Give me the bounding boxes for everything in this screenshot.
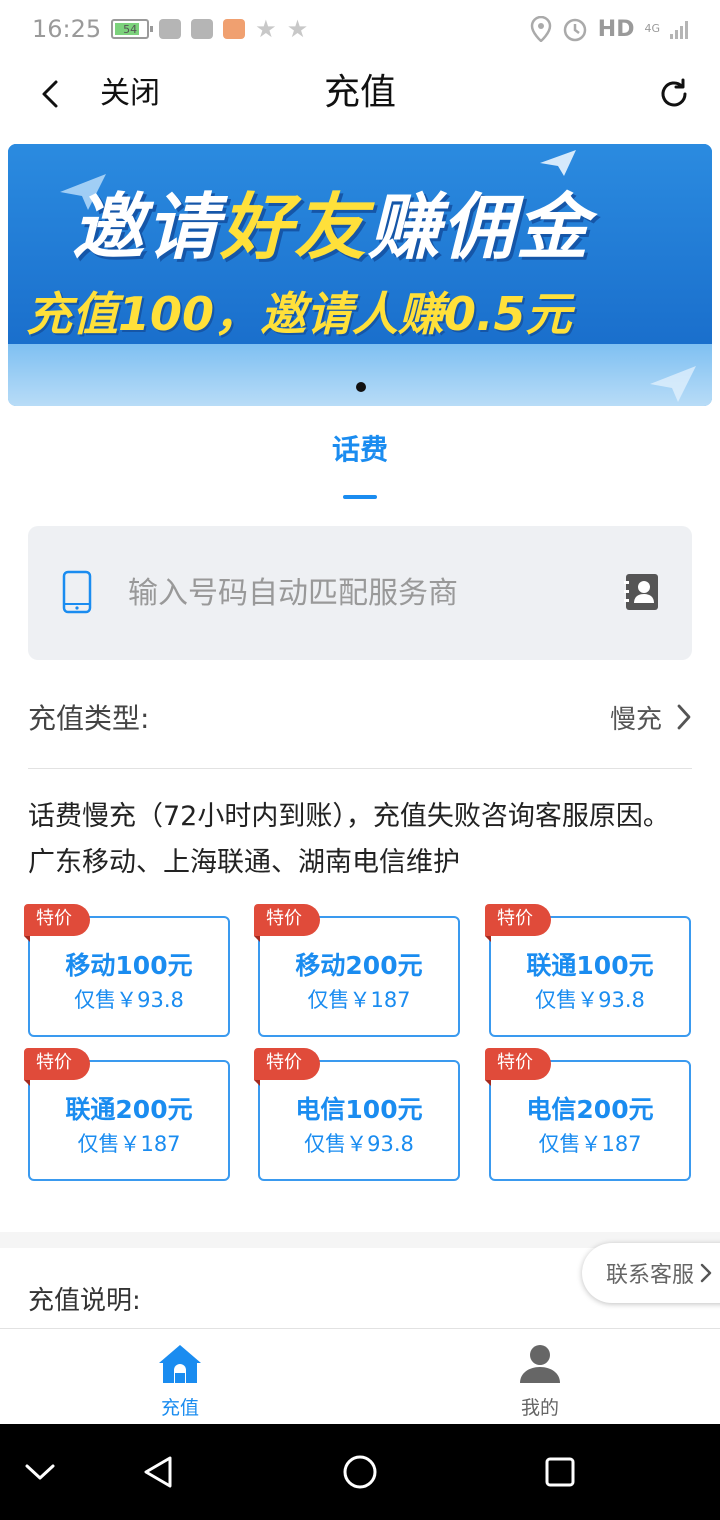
promo-banner[interactable]: 邀请好友赚佣金 充值100，邀请人赚0.5元 — [8, 144, 712, 406]
recharge-type-label: 充值类型: — [28, 702, 150, 735]
recharge-type-row[interactable]: 充值类型: 慢充 — [28, 690, 692, 744]
paper-plane-icon — [650, 366, 696, 402]
chat-icon — [191, 19, 214, 39]
product-price: 仅售￥187 — [538, 1132, 642, 1156]
product-name: 电信200元 — [526, 1095, 654, 1124]
special-price-badge: 特价 — [254, 904, 320, 942]
battery-icon: 54 — [111, 19, 154, 39]
product-price: 仅售￥187 — [77, 1132, 181, 1156]
contact-support-label: 联系客服 — [606, 1263, 695, 1288]
home-icon — [159, 1345, 201, 1383]
system-recents-button[interactable] — [540, 1452, 580, 1492]
contacts-icon[interactable] — [624, 572, 660, 612]
banner-subheadline: 充值100，邀请人赚0.5元 — [26, 287, 572, 341]
product-name: 移动200元 — [295, 951, 423, 980]
divider — [28, 768, 692, 769]
message-icon — [159, 19, 182, 39]
signal-icon — [670, 19, 688, 39]
banner-headline: 邀请好友赚佣金 — [72, 185, 591, 269]
refresh-button[interactable] — [654, 72, 694, 116]
notice-text: 话费慢充（72小时内到账），充值失败咨询客服原因。广东移动、上海联通、湖南电信维… — [28, 801, 670, 878]
user-icon — [520, 1345, 560, 1383]
chevron-right-icon — [677, 704, 691, 730]
chevron-down-icon — [25, 1464, 55, 1480]
tab-phone-bill[interactable]: 话费 — [0, 428, 720, 468]
banner-footer — [8, 344, 712, 406]
product-price: 仅售￥93.8 — [535, 988, 645, 1012]
status-time: 16:25 — [32, 15, 102, 43]
product-price: 仅售￥93.8 — [74, 988, 184, 1012]
star-icon: ★ — [286, 15, 309, 43]
phone-icon — [62, 570, 92, 614]
recharge-explanation-title: 充值说明: — [28, 1286, 141, 1316]
product-price: 仅售￥93.8 — [304, 1132, 414, 1156]
special-price-badge: 特价 — [485, 904, 551, 942]
carousel-dot[interactable] — [356, 382, 366, 392]
network-sub: 4G — [644, 22, 660, 35]
bottom-nav: 充值 我的 — [0, 1328, 720, 1424]
special-price-badge: 特价 — [24, 1048, 90, 1086]
nav-mine-label: 我的 — [520, 1397, 559, 1419]
star-icon: ★ — [255, 15, 277, 43]
refresh-icon — [661, 78, 687, 107]
square-recents-icon — [545, 1457, 575, 1487]
location-icon — [530, 16, 552, 42]
phone-number-input[interactable] — [128, 566, 588, 620]
alarm-icon — [563, 18, 587, 42]
system-home-button[interactable] — [340, 1452, 380, 1492]
contact-support-button[interactable]: 联系客服 — [582, 1243, 720, 1303]
recharge-type-value[interactable]: 慢充 — [610, 699, 662, 736]
special-price-badge: 特价 — [254, 1048, 320, 1086]
product-name: 联通200元 — [65, 1095, 193, 1124]
product-name: 电信100元 — [295, 1095, 423, 1124]
nav-recharge-label: 充值 — [160, 1397, 199, 1419]
system-nav-bar — [0, 1424, 720, 1520]
nav-recharge[interactable]: 充值 — [120, 1343, 240, 1420]
status-bar: 16:25 54 ★ ★ HD 4G — [0, 0, 720, 58]
triangle-back-icon — [144, 1456, 172, 1488]
product-price: 仅售￥187 — [307, 988, 411, 1012]
header: 关闭 充值 — [0, 58, 720, 132]
system-back-button[interactable] — [138, 1452, 178, 1492]
circle-home-icon — [343, 1455, 377, 1489]
phone-input-box — [28, 526, 692, 660]
product-name: 联通100元 — [526, 951, 654, 980]
hide-keyboard-button[interactable] — [20, 1452, 60, 1492]
chevron-right-icon — [700, 1263, 712, 1283]
tab-underline — [343, 495, 377, 499]
app-notification-icon — [223, 19, 246, 39]
special-price-badge: 特价 — [485, 1048, 551, 1086]
product-name: 移动100元 — [65, 951, 193, 980]
special-price-badge: 特价 — [24, 904, 90, 942]
page-title: 充值 — [323, 72, 396, 113]
nav-mine[interactable]: 我的 — [480, 1343, 600, 1420]
network-type: HD — [597, 16, 635, 42]
